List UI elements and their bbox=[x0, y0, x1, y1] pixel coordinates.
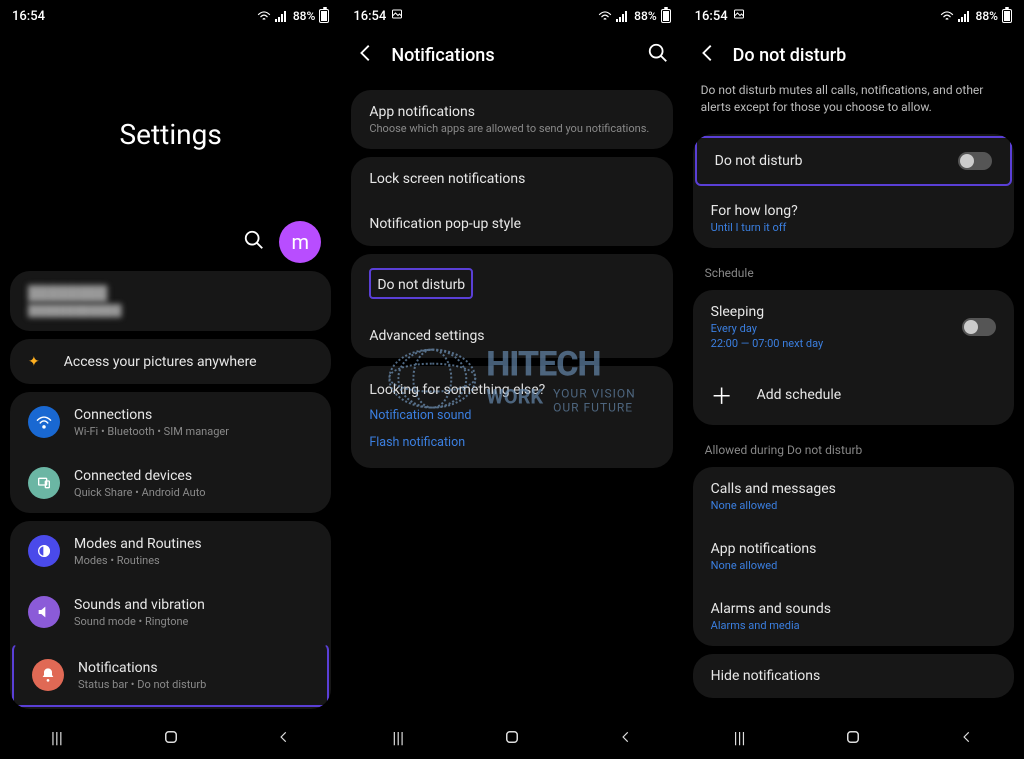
dnd-description: Do not disturb mutes all calls, notifica… bbox=[683, 82, 1024, 126]
dnd-toggle[interactable] bbox=[958, 152, 992, 170]
avatar[interactable]: m bbox=[279, 221, 321, 263]
battery-pct: 88% bbox=[976, 9, 998, 23]
dnd-panel: 16:54 88% Do not disturb Do not disturb … bbox=[683, 0, 1024, 759]
signal-icon bbox=[958, 10, 972, 22]
notif-group-2: Lock screen notifications Notification p… bbox=[351, 157, 672, 246]
battery-icon bbox=[319, 9, 329, 23]
recents-button[interactable]: ||| bbox=[729, 726, 751, 748]
advanced-row[interactable]: Advanced settings bbox=[351, 313, 672, 358]
status-right: 88% bbox=[257, 9, 329, 23]
sleeping-row[interactable]: Sleeping Every day 22:00 — 07:00 next da… bbox=[693, 290, 1014, 364]
status-bar: 16:54 88% bbox=[341, 0, 682, 28]
devices-icon bbox=[28, 467, 60, 499]
allowed-group: Calls and messages None allowed App noti… bbox=[693, 467, 1014, 646]
status-time: 16:54 bbox=[12, 9, 45, 24]
notifications-panel: 16:54 88% Notifications App notification… bbox=[341, 0, 682, 759]
battery-pct: 88% bbox=[634, 9, 656, 23]
notif-group-1: App notifications Choose which apps are … bbox=[351, 90, 672, 149]
page-title: Settings bbox=[0, 118, 341, 151]
dnd-row[interactable]: Do not disturb bbox=[351, 254, 672, 313]
banner-row[interactable]: ✦ Access your pictures anywhere bbox=[10, 339, 331, 384]
back-icon[interactable] bbox=[697, 42, 719, 68]
looking-title: Looking for something else? bbox=[369, 382, 654, 398]
looking-card: Looking for something else? Notification… bbox=[351, 366, 672, 468]
sleeping-toggle[interactable] bbox=[962, 318, 996, 336]
settings-group-1: Connections Wi-Fi • Bluetooth • SIM mana… bbox=[10, 392, 331, 513]
wifi-circle-icon bbox=[28, 406, 60, 438]
status-bar: 16:54 88% bbox=[0, 0, 341, 28]
status-right: 88% bbox=[940, 9, 1012, 23]
recents-button[interactable]: ||| bbox=[46, 726, 68, 748]
back-button[interactable] bbox=[273, 726, 295, 748]
picture-icon bbox=[391, 8, 403, 20]
alarms-row[interactable]: Alarms and sounds Alarms and media bbox=[693, 586, 1014, 646]
how-long-row[interactable]: For how long? Until I turn it off bbox=[693, 188, 1014, 248]
status-time: 16:54 bbox=[695, 8, 745, 24]
app-notif-row[interactable]: App notifications None allowed bbox=[693, 526, 1014, 586]
signal-icon bbox=[616, 10, 630, 22]
status-right: 88% bbox=[598, 9, 670, 23]
bell-icon bbox=[32, 659, 64, 691]
back-button[interactable] bbox=[956, 726, 978, 748]
dnd-toggle-row[interactable]: Do not disturb bbox=[695, 136, 1012, 186]
sound-icon bbox=[28, 596, 60, 628]
notification-sound-link[interactable]: Notification sound bbox=[369, 408, 654, 423]
page-title: Do not disturb bbox=[733, 45, 1010, 66]
allowed-header: Allowed during Do not disturb bbox=[683, 433, 1024, 459]
picture-icon bbox=[733, 8, 745, 20]
calls-row[interactable]: Calls and messages None allowed bbox=[693, 467, 1014, 526]
sounds-row[interactable]: Sounds and vibration Sound mode • Ringto… bbox=[10, 581, 331, 642]
notifications-row[interactable]: Notifications Status bar • Do not distur… bbox=[12, 644, 329, 707]
popup-style-row[interactable]: Notification pop-up style bbox=[351, 201, 672, 246]
battery-icon bbox=[661, 9, 671, 23]
status-bar: 16:54 88% bbox=[683, 0, 1024, 28]
schedule-group: Sleeping Every day 22:00 — 07:00 next da… bbox=[693, 290, 1014, 425]
header: Do not disturb bbox=[683, 28, 1024, 82]
home-button[interactable] bbox=[842, 726, 864, 748]
wifi-icon bbox=[940, 10, 954, 22]
add-schedule-row[interactable]: ＋ Add schedule bbox=[693, 364, 1014, 425]
back-icon[interactable] bbox=[355, 42, 377, 68]
schedule-header: Schedule bbox=[683, 256, 1024, 282]
connections-row[interactable]: Connections Wi-Fi • Bluetooth • SIM mana… bbox=[10, 392, 331, 452]
connected-devices-row[interactable]: Connected devices Quick Share • Android … bbox=[10, 452, 331, 513]
search-icon[interactable] bbox=[243, 229, 265, 255]
plus-icon: ＋ bbox=[711, 379, 733, 411]
wifi-icon bbox=[598, 10, 612, 22]
account-row[interactable]: ████████ ████████████ bbox=[10, 271, 331, 331]
modes-icon bbox=[28, 535, 60, 567]
lock-screen-row[interactable]: Lock screen notifications bbox=[351, 157, 672, 201]
page-title: Notifications bbox=[391, 45, 632, 66]
dnd-group-1: Do not disturb For how long? Until I tur… bbox=[693, 134, 1014, 248]
modes-row[interactable]: Modes and Routines Modes • Routines bbox=[10, 521, 331, 581]
wifi-icon bbox=[257, 10, 271, 22]
app-notifications-row[interactable]: App notifications Choose which apps are … bbox=[351, 90, 672, 149]
flash-notification-link[interactable]: Flash notification bbox=[369, 435, 654, 450]
back-button[interactable] bbox=[615, 726, 637, 748]
nav-bar: ||| bbox=[341, 715, 682, 759]
recents-button[interactable]: ||| bbox=[387, 726, 409, 748]
home-button[interactable] bbox=[501, 726, 523, 748]
notif-group-3: Do not disturb Advanced settings bbox=[351, 254, 672, 358]
settings-group-2: Modes and Routines Modes • Routines Soun… bbox=[10, 521, 331, 709]
battery-pct: 88% bbox=[293, 9, 315, 23]
sparkle-icon: ✦ bbox=[28, 354, 40, 370]
battery-icon bbox=[1002, 9, 1012, 23]
hide-notifications-row[interactable]: Hide notifications bbox=[693, 654, 1014, 698]
settings-panel: 16:54 88% Settings m ████████ ██████████… bbox=[0, 0, 341, 759]
home-button[interactable] bbox=[160, 726, 182, 748]
status-time: 16:54 bbox=[353, 8, 403, 24]
search-icon[interactable] bbox=[647, 42, 669, 68]
header: Notifications bbox=[341, 28, 682, 82]
signal-icon bbox=[275, 10, 289, 22]
nav-bar: ||| bbox=[0, 715, 341, 759]
nav-bar: ||| bbox=[683, 715, 1024, 759]
